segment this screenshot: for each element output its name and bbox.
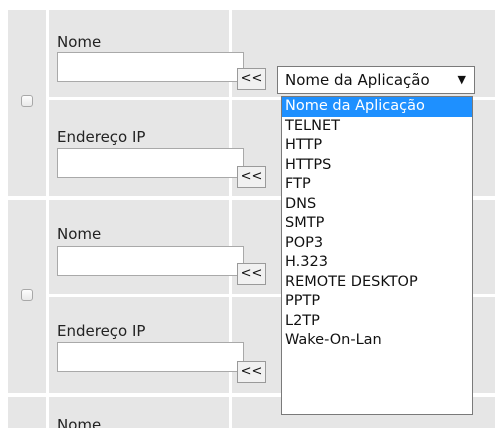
application-option[interactable]: TELNET bbox=[282, 117, 472, 137]
application-option[interactable]: REMOTE DESKTOP bbox=[282, 273, 472, 293]
application-option[interactable]: POP3 bbox=[282, 234, 472, 254]
row-3-name-label: Nome bbox=[57, 416, 102, 428]
application-options-list: Nome da Aplicação TELNET HTTP HTTPS FTP … bbox=[281, 96, 473, 415]
row-1-ip-label: Endereço IP bbox=[57, 128, 146, 146]
row-2-ip-input[interactable] bbox=[57, 342, 244, 372]
chevron-down-icon: ▼ bbox=[457, 73, 466, 86]
application-option[interactable]: HTTPS bbox=[282, 156, 472, 176]
row-1-name-input[interactable] bbox=[57, 52, 244, 82]
application-option[interactable]: Wake-On-Lan bbox=[282, 331, 472, 351]
application-select-value: Nome da Aplicação bbox=[285, 71, 430, 89]
row-3-checkbox-cell bbox=[8, 397, 46, 428]
row-1-ip-input[interactable] bbox=[57, 148, 244, 178]
row-1-checkbox[interactable] bbox=[21, 95, 33, 107]
row-1-name-label: Nome bbox=[57, 33, 102, 51]
row-1-name-copy-button[interactable]: << bbox=[237, 68, 266, 90]
row-2-ip-label: Endereço IP bbox=[57, 322, 146, 340]
application-select[interactable]: Nome da Aplicação ▼ bbox=[277, 66, 475, 94]
application-option[interactable]: Nome da Aplicação bbox=[282, 97, 472, 117]
application-option[interactable]: FTP bbox=[282, 175, 472, 195]
row-1-ip-copy-button[interactable]: << bbox=[237, 166, 266, 188]
application-option[interactable]: L2TP bbox=[282, 312, 472, 332]
row-2-name-input[interactable] bbox=[57, 246, 244, 276]
row-2-name-label: Nome bbox=[57, 225, 102, 243]
row-2-checkbox-cell bbox=[8, 200, 46, 393]
application-option[interactable]: HTTP bbox=[282, 136, 472, 156]
application-option[interactable]: SMTP bbox=[282, 214, 472, 234]
row-2-name-copy-button[interactable]: << bbox=[237, 263, 266, 285]
application-option[interactable]: H.323 bbox=[282, 253, 472, 273]
app-rules-table: Nome << Endereço IP << Nome << Endereço … bbox=[0, 0, 495, 428]
application-option[interactable]: DNS bbox=[282, 195, 472, 215]
row-1-checkbox-cell bbox=[8, 10, 46, 196]
row-2-ip-copy-button[interactable]: << bbox=[237, 361, 266, 383]
row-2-checkbox[interactable] bbox=[21, 289, 33, 301]
application-option[interactable]: PPTP bbox=[282, 292, 472, 312]
